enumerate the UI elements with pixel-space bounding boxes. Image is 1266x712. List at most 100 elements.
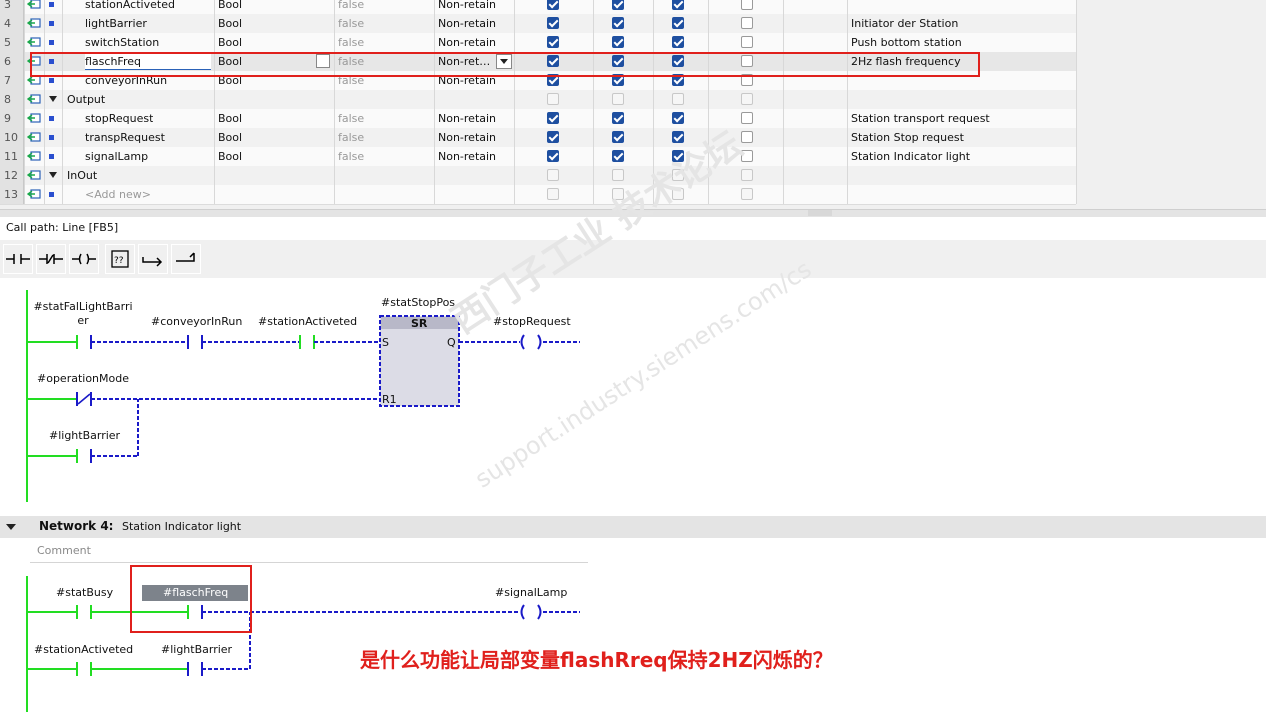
var-type[interactable]: Bool	[218, 109, 242, 128]
interface-param-icon	[27, 132, 41, 142]
checkbox[interactable]	[741, 17, 753, 29]
checkbox[interactable]	[672, 17, 684, 29]
row-number[interactable]: 10	[0, 128, 24, 147]
no-contact-button[interactable]	[3, 244, 33, 274]
var-comment[interactable]: Push bottom station	[851, 33, 962, 52]
var-default[interactable]: false	[338, 147, 364, 166]
row-number[interactable]: 4	[0, 14, 24, 33]
var-comment[interactable]: Station Indicator light	[851, 147, 970, 166]
interface-param-icon	[27, 94, 41, 104]
table-row[interactable]: 13 <Add new>	[0, 185, 1077, 205]
network4-header[interactable]: Network 4: Station Indicator light	[0, 516, 1266, 538]
var-name[interactable]: Output	[67, 90, 105, 109]
row-number[interactable]: 5	[0, 33, 24, 52]
checkbox[interactable]	[612, 0, 624, 10]
row-number[interactable]: 9	[0, 109, 24, 128]
var-retain[interactable]: Non-retain	[438, 14, 496, 33]
row-number[interactable]: 11	[0, 147, 24, 166]
var-name[interactable]: stopRequest	[85, 109, 153, 128]
checkbox[interactable]	[612, 112, 624, 124]
var-default[interactable]: false	[338, 33, 364, 52]
checkbox[interactable]	[612, 169, 624, 181]
coil-button[interactable]	[69, 244, 99, 274]
checkbox[interactable]	[547, 188, 559, 200]
checkbox[interactable]	[612, 93, 624, 105]
expand-arrow-icon[interactable]	[49, 172, 57, 178]
var-name[interactable]: switchStation	[85, 33, 159, 52]
var-type[interactable]: Bool	[218, 33, 242, 52]
var-comment[interactable]: Station transport request	[851, 109, 990, 128]
contact-label: #stationActiveted	[34, 643, 134, 656]
table-row[interactable]: 3 stationActiveted Bool false Non-retain	[0, 0, 1077, 15]
checkbox[interactable]	[612, 36, 624, 48]
checkbox[interactable]	[612, 131, 624, 143]
checkbox[interactable]	[547, 0, 559, 10]
var-default[interactable]: false	[338, 128, 364, 147]
row-number[interactable]: 7	[0, 71, 24, 90]
checkbox[interactable]	[547, 169, 559, 181]
expand-arrow-icon[interactable]	[49, 96, 57, 102]
row-number[interactable]: 13	[0, 185, 24, 204]
checkbox[interactable]	[547, 36, 559, 48]
row-number[interactable]: 8	[0, 90, 24, 109]
checkbox[interactable]	[741, 112, 753, 124]
var-name[interactable]: lightBarrier	[85, 14, 147, 33]
checkbox[interactable]	[741, 169, 753, 181]
var-name[interactable]: transpRequest	[85, 128, 165, 147]
row-number[interactable]: 3	[0, 0, 24, 14]
var-name[interactable]: signalLamp	[85, 147, 148, 166]
checkbox[interactable]	[612, 17, 624, 29]
var-name[interactable]: stationActiveted	[85, 0, 175, 14]
var-retain[interactable]: Non-retain	[438, 147, 496, 166]
checkbox[interactable]	[547, 93, 559, 105]
checkbox[interactable]	[672, 0, 684, 10]
table-row[interactable]: 9 stopRequest Bool false Non-retain Station t…	[0, 109, 1077, 129]
var-comment[interactable]: Initiator der Station	[851, 14, 958, 33]
nc-contact-button[interactable]	[36, 244, 66, 274]
scroll-up-button[interactable]	[808, 210, 832, 216]
checkbox[interactable]	[547, 112, 559, 124]
table-row[interactable]: 5 switchStation Bool false Non-retain Push bo…	[0, 33, 1077, 53]
empty-box-button[interactable]: ??	[105, 244, 135, 274]
var-default[interactable]: false	[338, 14, 364, 33]
var-type[interactable]: Bool	[218, 147, 242, 166]
var-type[interactable]: Bool	[218, 14, 242, 33]
checkbox[interactable]	[741, 131, 753, 143]
network-comment[interactable]: Comment	[30, 540, 588, 563]
interface-param-icon	[27, 189, 41, 199]
checkbox[interactable]	[547, 150, 559, 162]
var-comment[interactable]: Station Stop request	[851, 128, 964, 147]
var-type[interactable]: Bool	[218, 128, 242, 147]
close-branch-button[interactable]	[171, 244, 201, 274]
var-retain[interactable]: Non-retain	[438, 33, 496, 52]
var-retain[interactable]: Non-retain	[438, 128, 496, 147]
collapse-arrow-icon[interactable]	[6, 524, 16, 530]
checkbox[interactable]	[612, 150, 624, 162]
checkbox[interactable]	[741, 188, 753, 200]
checkbox[interactable]	[672, 36, 684, 48]
table-row[interactable]: 10 transpRequest Bool false Non-retain Statio…	[0, 128, 1077, 148]
checkbox[interactable]	[741, 93, 753, 105]
var-retain[interactable]: Non-retain	[438, 0, 496, 14]
checkbox[interactable]	[741, 0, 753, 10]
checkbox[interactable]	[547, 17, 559, 29]
open-branch-button[interactable]	[138, 244, 168, 274]
row-number[interactable]: 12	[0, 166, 24, 185]
checkbox[interactable]	[547, 131, 559, 143]
checkbox[interactable]	[672, 112, 684, 124]
var-default[interactable]: false	[338, 0, 364, 14]
checkbox[interactable]	[741, 36, 753, 48]
checkbox[interactable]	[672, 93, 684, 105]
interface-param-icon	[27, 151, 41, 161]
table-row[interactable]: 8 Output	[0, 90, 1077, 110]
table-row[interactable]: 12 InOut	[0, 166, 1077, 186]
var-type[interactable]: Bool	[218, 0, 242, 14]
table-row[interactable]: 11 signalLamp Bool false Non-retain Station I…	[0, 147, 1077, 167]
var-retain[interactable]: Non-retain	[438, 109, 496, 128]
table-row[interactable]: 4 lightBarrier Bool false Non-retain Initiato…	[0, 14, 1077, 34]
var-name[interactable]: InOut	[67, 166, 97, 185]
nc-contact-icon	[39, 254, 63, 264]
var-name[interactable]: <Add new>	[85, 185, 151, 204]
row-number[interactable]: 6	[0, 52, 24, 71]
var-default[interactable]: false	[338, 109, 364, 128]
